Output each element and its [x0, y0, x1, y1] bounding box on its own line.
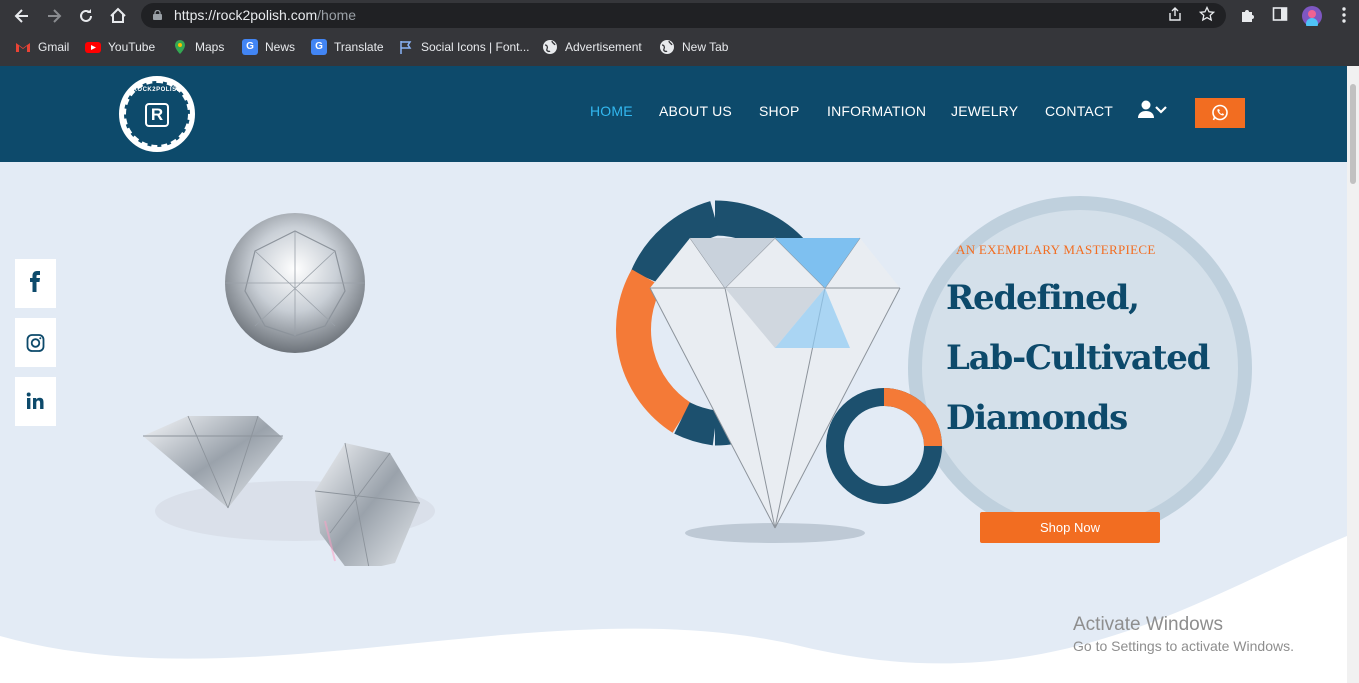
linkedin-link[interactable]	[15, 377, 56, 426]
site-logo[interactable]: ROCK2POLISH R	[117, 74, 197, 154]
bookmarks-bar: Gmail YouTube Maps G News G Translate Soci…	[0, 33, 1359, 61]
watermark-title: Activate Windows	[1073, 614, 1223, 635]
forward-arrow-icon[interactable]	[44, 6, 64, 26]
linkedin-icon	[26, 392, 44, 409]
menu-kebab-icon[interactable]	[1334, 6, 1354, 26]
website-viewport: ROCK2POLISH R HOME ABOUT US SHOP INFORMA…	[0, 66, 1347, 683]
browser-toolbar: https://rock2polish.com/home	[0, 0, 1359, 32]
bookmark-gmail[interactable]: Gmail	[15, 39, 69, 55]
instagram-link[interactable]	[15, 318, 56, 367]
back-arrow-icon[interactable]	[12, 6, 32, 26]
headline-line-2: Lab-Cultivated	[946, 338, 1210, 378]
nav-shop[interactable]: SHOP	[759, 103, 799, 119]
nav-jewelry[interactable]: JEWELRY	[951, 103, 1018, 119]
nav-about-us[interactable]: ABOUT US	[659, 103, 732, 119]
bookmark-social-icons[interactable]: Social Icons | Font...	[398, 39, 530, 55]
facebook-link[interactable]	[15, 259, 56, 308]
address-bar[interactable]: https://rock2polish.com/home	[141, 3, 1226, 28]
nav-information[interactable]: INFORMATION	[827, 103, 926, 119]
diamonds-image	[125, 211, 455, 574]
nav-home[interactable]: HOME	[590, 103, 633, 119]
whatsapp-button[interactable]	[1195, 98, 1245, 128]
maps-icon	[172, 39, 188, 55]
youtube-icon	[85, 39, 101, 55]
bookmark-translate[interactable]: G Translate	[311, 39, 384, 55]
reload-icon[interactable]	[76, 6, 96, 26]
bookmark-news[interactable]: G News	[242, 39, 295, 55]
bookmark-new-tab[interactable]: New Tab	[659, 39, 728, 55]
url-text: https://rock2polish.com/home	[174, 7, 357, 23]
globe-icon	[659, 39, 675, 55]
headline-line-1: Redefined,	[946, 278, 1140, 318]
logo-badge: ROCK2POLISH R	[124, 81, 190, 147]
bookmark-maps[interactable]: Maps	[172, 39, 224, 55]
whatsapp-icon	[1212, 104, 1228, 121]
bookmark-youtube[interactable]: YouTube	[85, 39, 155, 55]
news-icon: G	[242, 39, 258, 55]
extensions-puzzle-icon[interactable]	[1238, 6, 1258, 26]
bookmark-advertisement[interactable]: Advertisement	[542, 39, 642, 55]
hero-wave	[0, 536, 1347, 683]
lock-icon	[153, 10, 162, 20]
side-panel-icon[interactable]	[1270, 6, 1290, 26]
flag-icon	[398, 39, 414, 55]
headline-line-3: Diamonds	[946, 398, 1128, 438]
home-icon[interactable]	[108, 6, 128, 26]
browser-chrome: https://rock2polish.com/home Gmail YouTu…	[0, 0, 1359, 66]
logo-letter: R	[145, 103, 169, 127]
globe-icon	[542, 39, 558, 55]
share-icon[interactable]	[1166, 6, 1184, 24]
user-account-icon[interactable]	[1138, 100, 1168, 120]
scrollbar-thumb[interactable]	[1350, 84, 1356, 184]
instagram-icon	[26, 334, 45, 352]
nav-contact[interactable]: CONTACT	[1045, 103, 1113, 119]
translate-icon: G	[311, 39, 327, 55]
hero-headline: Redefined, Lab-Cultivated Diamonds	[946, 268, 1210, 448]
watermark-subtitle: Go to Settings to activate Windows.	[1073, 638, 1294, 654]
gmail-icon	[15, 39, 31, 55]
hero-eyebrow: AN EXEMPLARY MASTERPIECE	[956, 242, 1156, 257]
bookmark-star-icon[interactable]	[1198, 5, 1216, 24]
windows-activation-watermark: Activate Windows Go to Settings to activ…	[1073, 614, 1294, 654]
page-scrollbar[interactable]	[1347, 66, 1359, 683]
profile-avatar-icon[interactable]	[1302, 6, 1322, 30]
facebook-icon	[30, 271, 40, 292]
logo-brand-text: ROCK2POLISH	[132, 87, 182, 93]
site-header: ROCK2POLISH R HOME ABOUT US SHOP INFORMA…	[0, 66, 1347, 162]
